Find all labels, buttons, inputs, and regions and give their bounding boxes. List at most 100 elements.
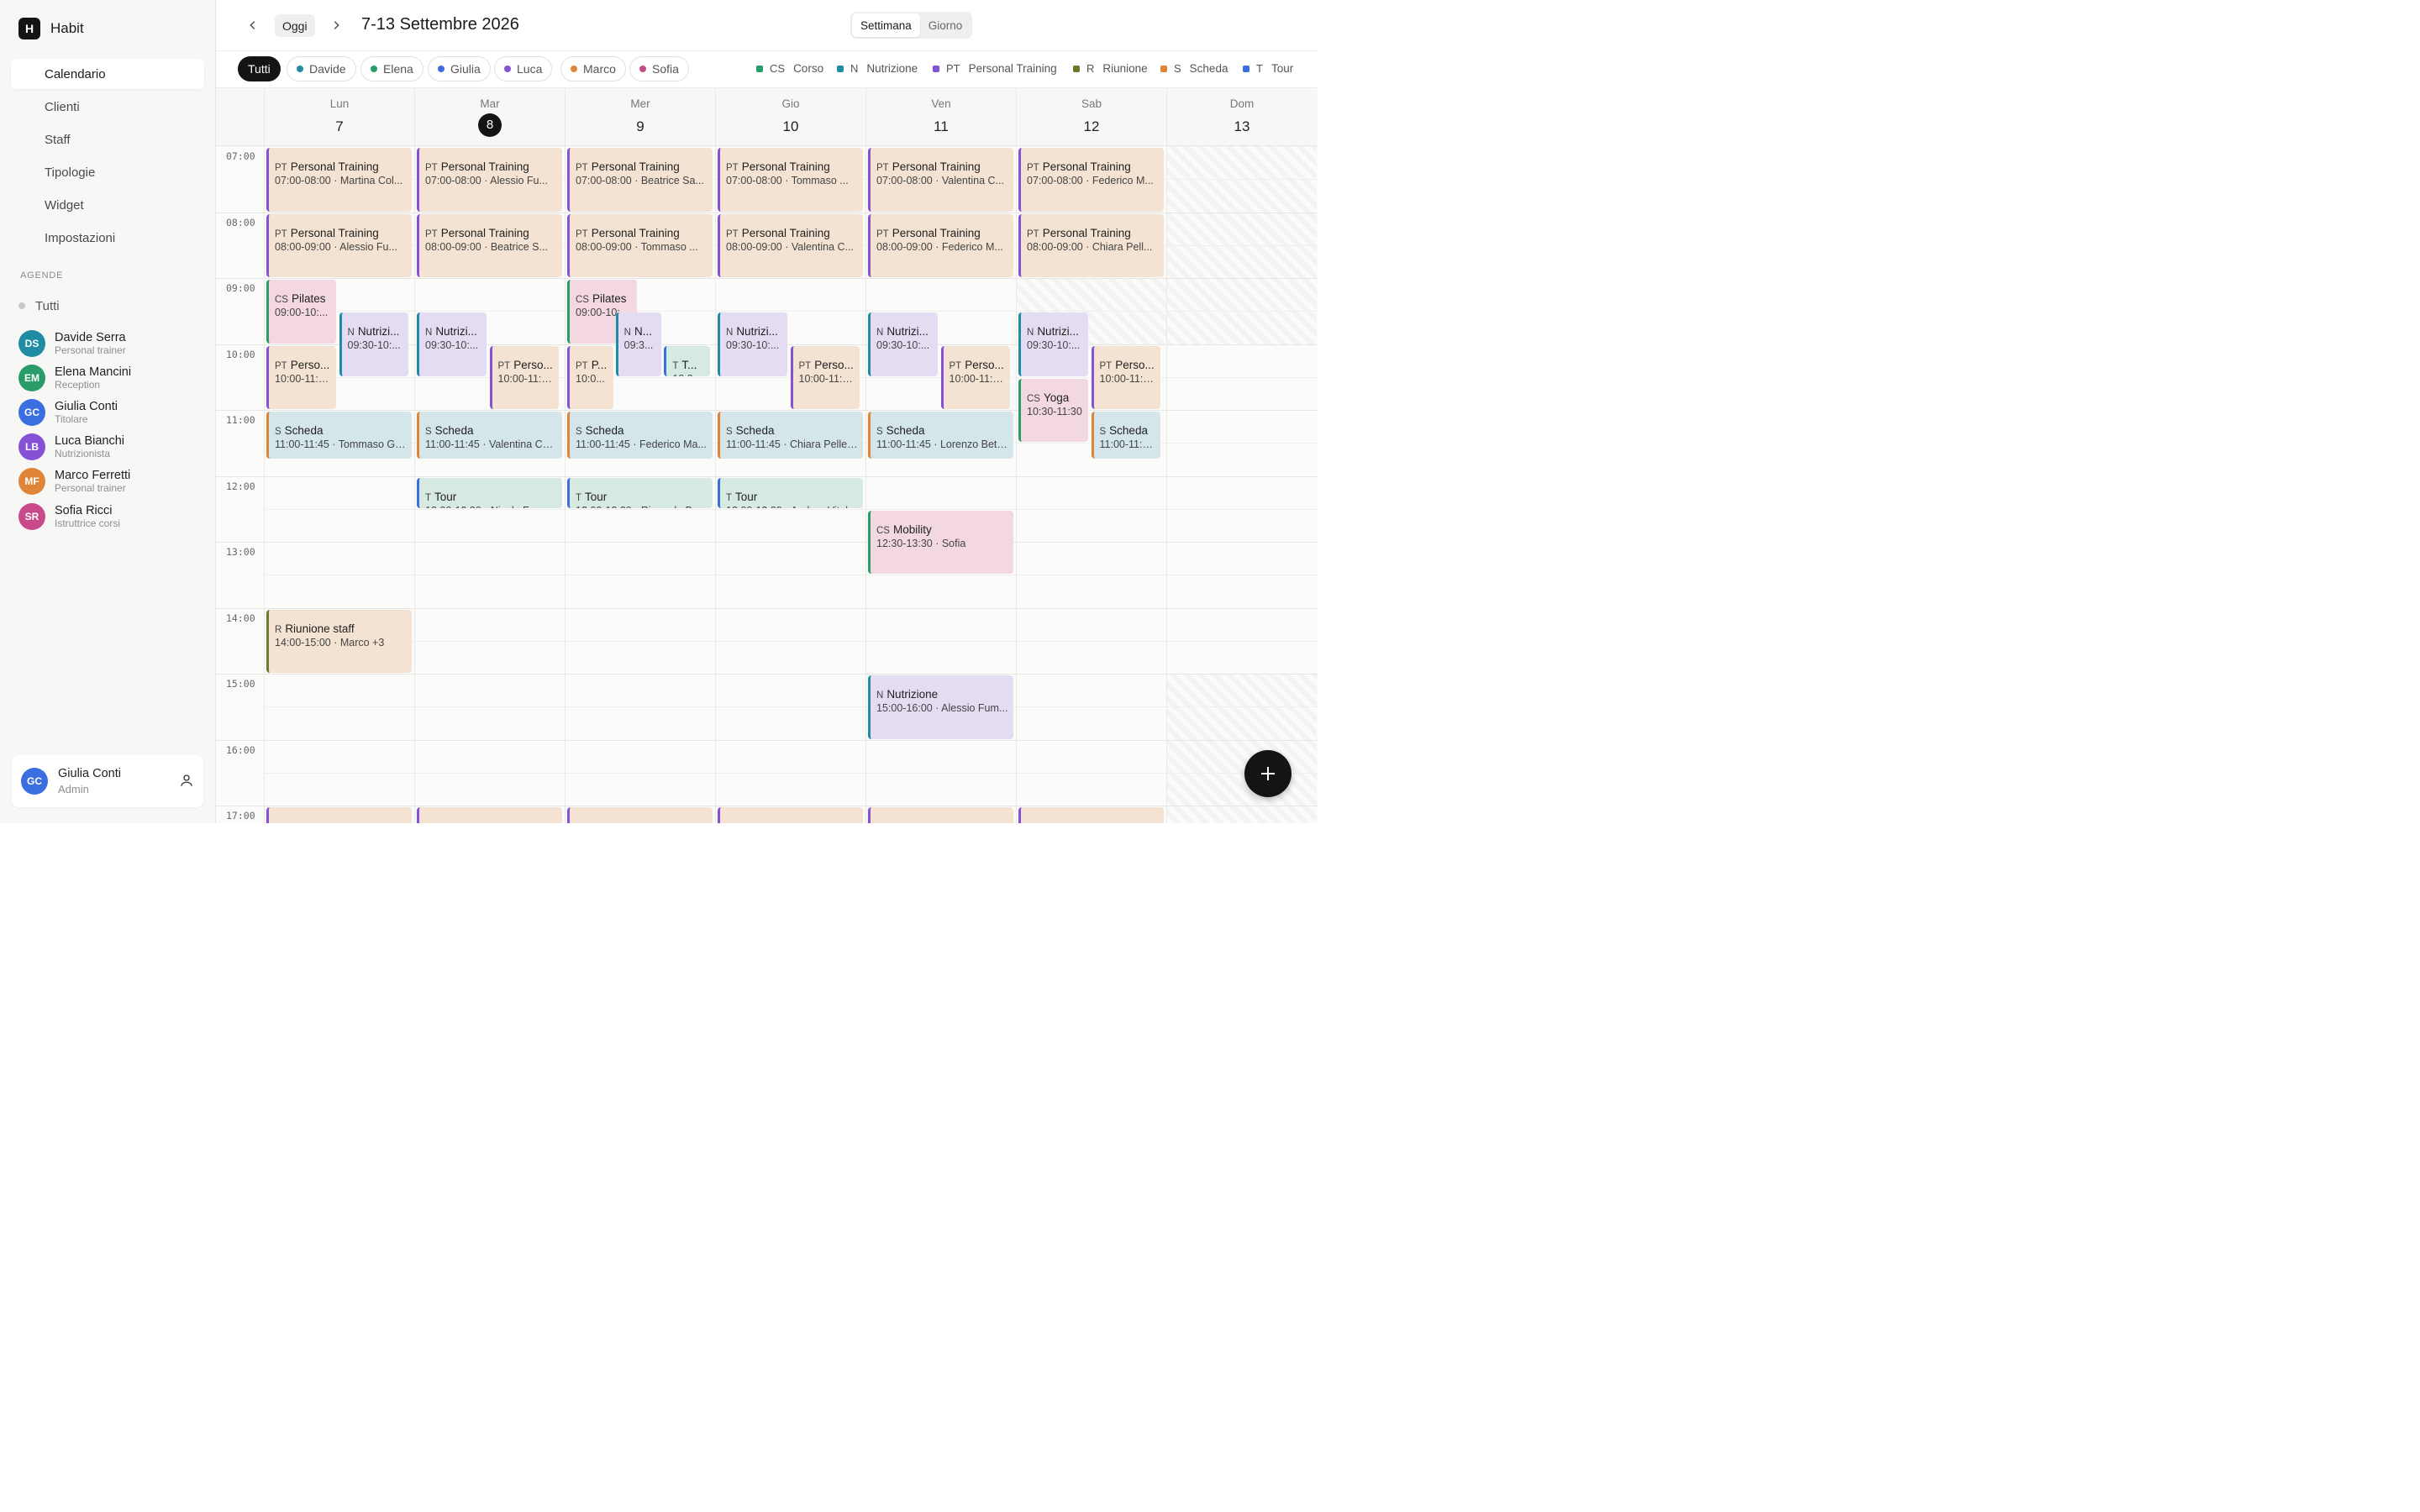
filter-chip-giulia[interactable]: Giulia xyxy=(428,56,491,81)
event-type-code: N xyxy=(876,328,884,339)
calendar-event[interactable]: S Scheda 11:00-11:45 · Federico Ma... xyxy=(567,412,713,459)
calendar-event[interactable]: N Nutrizi... 09:30-10:... xyxy=(1018,312,1088,376)
calendar-event[interactable] xyxy=(417,807,562,823)
today-button[interactable]: Oggi xyxy=(275,14,315,37)
nav-item-clienti[interactable]: Clienti xyxy=(11,92,204,122)
next-week-button[interactable] xyxy=(325,14,347,36)
calendar-event[interactable] xyxy=(1018,807,1164,823)
staff-item[interactable]: MF Marco Ferretti Personal trainer xyxy=(18,465,131,499)
add-event-button[interactable] xyxy=(1244,750,1292,797)
filter-chip-davide[interactable]: Davide xyxy=(287,56,356,81)
calendar-event[interactable] xyxy=(718,807,863,823)
staff-item[interactable]: EM Elena Mancini Reception xyxy=(18,360,131,395)
calendar-event[interactable]: S Scheda 11:00-11:45 · Chiara Pelleg... xyxy=(718,412,863,459)
staff-item[interactable]: SR Sofia Ricci Istruttrice corsi xyxy=(18,499,131,533)
calendar-event[interactable]: PT Perso... 10:00-11:0... xyxy=(790,345,860,409)
staff-item[interactable]: GC Giulia Conti Titolare xyxy=(18,395,131,429)
view-giorno[interactable]: Giorno xyxy=(920,13,971,37)
nav-item-widget[interactable]: Widget xyxy=(11,191,204,221)
event-title-line: S Scheda xyxy=(576,424,713,437)
calendar-event[interactable]: PT Personal Training 07:00-08:00 · Tommaso… xyxy=(718,148,863,212)
calendar-event[interactable]: PT Personal Training 07:00-08:00 · Beatric… xyxy=(567,148,713,212)
filter-chip-tutti[interactable]: Tutti xyxy=(238,56,281,81)
day-header-dom[interactable]: Dom 13 xyxy=(1166,88,1317,146)
grid-icon xyxy=(20,198,34,213)
day-number: 10 xyxy=(782,118,799,134)
calendar-event[interactable]: PT Perso... 10:00-11:0... xyxy=(266,345,336,409)
event-title-line: N Nutrizi... xyxy=(876,325,938,338)
nav-item-label: Staff xyxy=(45,132,71,147)
calendar-event[interactable]: PT Personal Training 07:00-08:00 · Martina… xyxy=(266,148,412,212)
calendar-event[interactable]: PT Personal Training 07:00-08:00 · Federic… xyxy=(1018,148,1164,212)
nav-item-calendario[interactable]: Calendario xyxy=(11,59,204,89)
user-profile-icon[interactable] xyxy=(179,773,194,788)
calendar-event[interactable]: PT Personal Training 08:00-09:00 · Chiara … xyxy=(1018,213,1164,277)
event-type-code: PT xyxy=(1027,228,1039,239)
nav-item-staff[interactable]: Staff xyxy=(11,124,204,155)
event-title: Personal Training xyxy=(591,160,680,173)
calendar-event[interactable]: PT Personal Training 08:00-09:00 · Valenti… xyxy=(718,213,863,277)
nav-item-label: Widget xyxy=(45,198,84,213)
calendar-event[interactable]: PT Personal Training 08:00-09:00 · Tommaso… xyxy=(567,213,713,277)
staff-role: Titolare xyxy=(55,412,88,425)
calendar-event[interactable]: PT Personal Training 07:00-08:00 · Alessio… xyxy=(417,148,562,212)
filter-chip-sofia[interactable]: Sofia xyxy=(629,56,689,81)
calendar-event[interactable]: N Nutrizi... 09:30-10:... xyxy=(718,312,787,376)
calendar-event[interactable]: CS Yoga 10:30-11:30 xyxy=(1018,378,1088,443)
user-card[interactable]: GC Giulia Conti Admin xyxy=(12,755,203,807)
calendar-event[interactable]: TT... 10:0... xyxy=(664,345,710,376)
calendar-event[interactable]: N N... 09:3... xyxy=(615,312,662,376)
view-settimana[interactable]: Settimana xyxy=(852,13,920,37)
calendar-event[interactable]: PT Personal Training 08:00-09:00 · Federic… xyxy=(868,213,1013,277)
filter-chip-elena[interactable]: Elena xyxy=(360,56,424,81)
staff-item[interactable]: DS Davide Serra Personal trainer xyxy=(18,326,131,360)
calendar-event[interactable]: S Scheda 11:00-11:45 · Lorenzo Betti... xyxy=(868,412,1013,459)
agenda-all[interactable]: Tutti xyxy=(18,296,60,316)
day-header-ven[interactable]: Ven 11 xyxy=(865,88,1016,146)
calendar-event[interactable]: PT Personal Training 07:00-08:00 · Valenti… xyxy=(868,148,1013,212)
calendar-event[interactable] xyxy=(266,807,412,823)
filter-chip-luca[interactable]: Luca xyxy=(494,56,553,81)
calendar-event[interactable]: CS Pilates 09:00-10:... xyxy=(266,280,336,344)
calendar-event[interactable]: N Nutrizi... 09:30-10:... xyxy=(868,312,938,376)
calendar-event[interactable]: PT Perso... 10:00-11:0... xyxy=(940,345,1010,409)
calendar-event[interactable]: R Riunione staff 14:00-15:00 · Marco +3 xyxy=(266,609,412,673)
day-header-mar[interactable]: Mar 8 xyxy=(414,88,565,146)
day-header-gio[interactable]: Gio 10 xyxy=(715,88,865,146)
nav-item-impostazioni[interactable]: Impostazioni xyxy=(11,223,204,254)
staff-item[interactable]: LB Luca Bianchi Nutrizionista xyxy=(18,430,131,465)
half-hour-line xyxy=(264,311,1318,312)
calendar-event[interactable]: S Scheda 11:00-11:45 · Tommaso Gr... xyxy=(266,412,412,459)
calendar-event[interactable] xyxy=(868,807,1013,823)
calendar-event[interactable]: S Scheda 11:00-11:45 · Valentina Ca... xyxy=(417,412,562,459)
calendar-event[interactable]: PT Perso... 10:00-11:0... xyxy=(489,345,559,409)
event-details: 14:00-15:00 · Marco +3 xyxy=(275,636,385,648)
calendar-event[interactable]: PT Personal Training 08:00-09:00 · Alessio… xyxy=(266,213,412,277)
day-header-sab[interactable]: Sab 12 xyxy=(1016,88,1166,146)
nav-item-tipologie[interactable]: Tipologie xyxy=(11,158,204,188)
calendar-event[interactable]: N Nutrizi... 09:30-10:... xyxy=(417,312,487,376)
calendar-event[interactable] xyxy=(567,807,713,823)
day-column-divider xyxy=(1016,146,1017,823)
filter-chip-label: Giulia xyxy=(450,62,481,76)
calendar-event[interactable]: S Scheda 11:00-11:4... xyxy=(1091,412,1160,459)
event-title: Scheda xyxy=(284,424,324,437)
calendar-event[interactable]: PT Personal Training 08:00-09:00 · Beatric… xyxy=(417,213,562,277)
calendar-event[interactable]: CS Mobility 12:30-13:30 · Sofia xyxy=(868,510,1013,575)
day-header-mer[interactable]: Mer 9 xyxy=(565,88,715,146)
calendar-event[interactable]: PT Perso... 10:00-11:0... xyxy=(1091,345,1160,409)
day-number: 9 xyxy=(636,118,644,134)
day-header-lun[interactable]: Lun 7 xyxy=(264,88,414,146)
calendar-event[interactable]: N Nutrizione 15:00-16:00 · Alessio Fum... xyxy=(868,675,1013,739)
calendar-event[interactable]: N Nutrizi... 09:30-10:... xyxy=(339,312,408,376)
calendar-event[interactable]: PT P... 10:0... xyxy=(567,345,613,409)
calendar-event[interactable]: TTour 12:00-12:30 · Andrea Vital... xyxy=(718,477,863,508)
calendar-event[interactable]: TTour 12:00-12:30 · Nicola Ferra... xyxy=(417,477,562,508)
tag-icon xyxy=(20,165,34,180)
prev-week-button[interactable] xyxy=(242,14,264,36)
brand[interactable]: H Habit xyxy=(18,18,84,39)
calendar-event[interactable]: TTour 12:00-12:30 · Riccardo Br... xyxy=(567,477,713,508)
filter-chip-marco[interactable]: Marco xyxy=(560,56,626,81)
event-type-code: PT xyxy=(425,228,438,239)
event-title: Tour xyxy=(585,490,608,503)
